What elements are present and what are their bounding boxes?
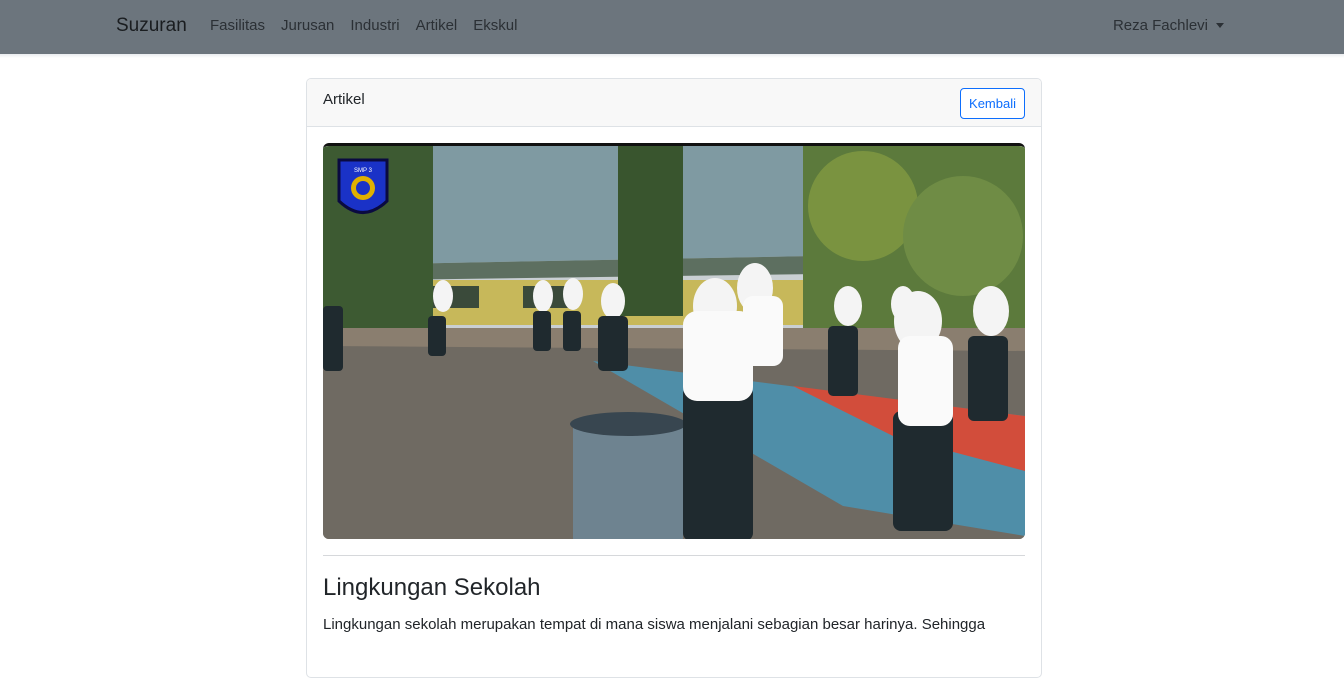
brand-link[interactable]: Suzuran: [116, 15, 187, 37]
nav-link-jurusan[interactable]: Jurusan: [281, 17, 334, 34]
nav-link-ekskul[interactable]: Ekskul: [473, 17, 517, 34]
divider: [323, 555, 1025, 556]
card-body: SMP 3 Lingkungan Sekolah Lingkungan seko…: [307, 127, 1041, 652]
article-card: Artikel Kembali SMP 3 Lingkungan Sekolah…: [306, 78, 1042, 678]
school-logo-icon: SMP 3: [337, 158, 389, 214]
article-image: SMP 3: [323, 143, 1025, 539]
user-name: Reza Fachlevi: [1112, 17, 1208, 34]
nav-links: Fasilitas Jurusan Industri Artikel Eksku…: [210, 17, 517, 34]
article-body: Lingkungan sekolah merupakan tempat di m…: [323, 616, 986, 633]
card-title: Artikel: [323, 91, 365, 108]
navbar-shadow: [0, 54, 1344, 58]
top-navbar: Suzuran Fasilitas Jurusan Industri Artik…: [0, 0, 1344, 54]
nav-link-fasilitas[interactable]: Fasilitas: [210, 17, 265, 34]
svg-text:SMP 3: SMP 3: [354, 168, 373, 174]
caret-down-icon: [1216, 23, 1224, 28]
user-dropdown[interactable]: Reza Fachlevi: [1113, 17, 1224, 34]
card-header: Artikel Kembali: [307, 79, 1041, 127]
nav-link-artikel[interactable]: Artikel: [416, 17, 458, 34]
nav-link-industri[interactable]: Industri: [350, 17, 399, 34]
back-button[interactable]: Kembali: [960, 88, 1025, 119]
article-title: Lingkungan Sekolah: [323, 574, 541, 601]
